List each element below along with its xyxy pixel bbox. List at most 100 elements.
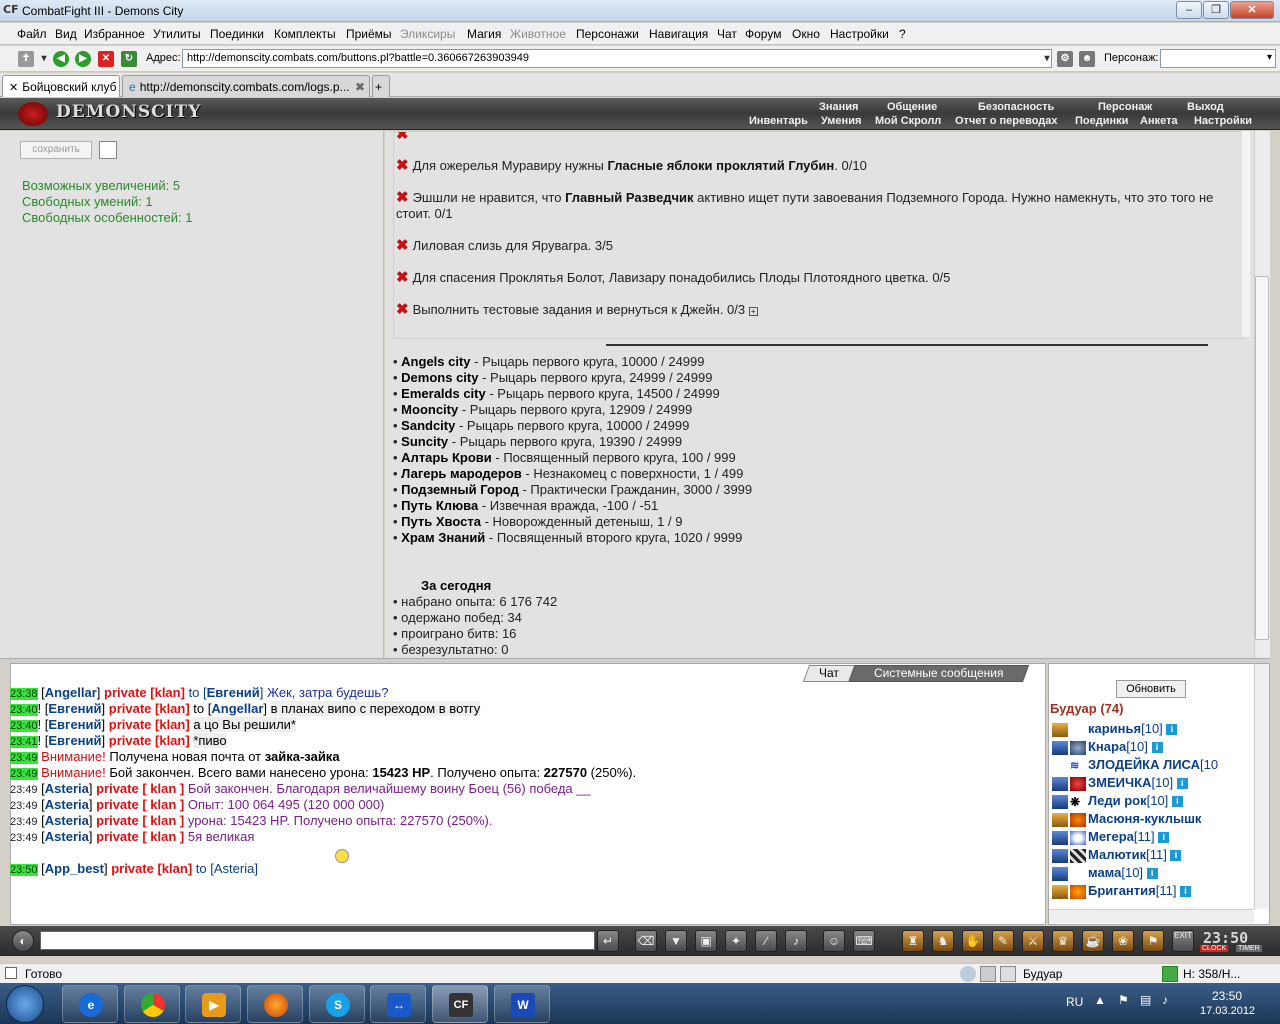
info-icon[interactable]: i [1176, 778, 1188, 790]
menu-duels[interactable]: Поединки [210, 27, 264, 41]
tray-time[interactable]: 23:50 [1212, 989, 1242, 1003]
menu-utilities[interactable]: Утилиты [153, 27, 201, 41]
persona-select[interactable]: ▾ [1160, 49, 1276, 68]
action-icon[interactable] [1052, 848, 1068, 863]
action-icon[interactable] [1052, 722, 1068, 737]
menu-view[interactable]: Вид [55, 27, 77, 41]
user-list-hscrollbar[interactable] [1049, 909, 1254, 923]
chat-menu-icon[interactable]: ◐ [12, 930, 34, 952]
clock-label[interactable]: CLOCK [1200, 945, 1229, 952]
main-scrollbar-thumb[interactable] [1255, 276, 1269, 640]
scroll-icon[interactable]: ✎ [992, 930, 1014, 952]
tray-date[interactable]: 17.03.2012 [1200, 1005, 1255, 1017]
menu-sets[interactable]: Комплекты [274, 27, 336, 41]
close-tab-icon[interactable]: ✖ [355, 80, 365, 94]
forward-icon[interactable]: ▶ [75, 51, 91, 67]
menu-chat[interactable]: Чат [717, 27, 737, 41]
nav-social[interactable]: Общение [887, 101, 937, 113]
user-list-item[interactable]: ЗМЕИЧКА[10] i [1052, 775, 1188, 791]
quests-scrollbar[interactable] [1241, 131, 1250, 337]
tool-icon[interactable]: ⚙ [1057, 51, 1073, 67]
action-icon[interactable] [1052, 866, 1068, 881]
smile-icon[interactable]: ☺ [823, 930, 845, 952]
action-icon[interactable] [1052, 740, 1068, 755]
nav-security[interactable]: Безопасность [978, 101, 1054, 113]
cancel-quest-icon[interactable]: ✖ [396, 301, 409, 318]
menu-help[interactable]: ? [899, 27, 906, 41]
new-tab-button[interactable]: + [372, 75, 390, 97]
send-icon[interactable]: ↵ [597, 930, 619, 952]
user-list-item[interactable]: Бригантия[11] i [1052, 883, 1192, 899]
taskbar-skype[interactable]: S [309, 985, 365, 1023]
tab-system-messages[interactable]: Системные сообщения [848, 665, 1030, 682]
action-icon[interactable] [1052, 776, 1068, 791]
bag-icon[interactable]: ♞ [932, 930, 954, 952]
slash-icon[interactable]: ∕ [755, 930, 777, 952]
cancel-quest-icon[interactable]: ✖ [396, 237, 409, 254]
tray-language[interactable]: RU [1066, 995, 1083, 1009]
tray-expand-icon[interactable]: ▲ [1094, 993, 1106, 1007]
tray-volume-icon[interactable]: ♪ [1162, 993, 1168, 1007]
save-checkbox[interactable] [99, 141, 117, 159]
tray-flag-icon[interactable]: ⚑ [1118, 993, 1129, 1007]
menu-favorites[interactable]: Избранное [84, 27, 145, 41]
chat-recipient[interactable]: Asteria [214, 861, 254, 876]
address-dropdown-icon[interactable]: ▾ [1039, 51, 1055, 67]
eraser-icon[interactable]: ⌫ [635, 930, 657, 952]
menu-file[interactable]: Файл [17, 27, 47, 41]
menu-magic[interactable]: Магия [467, 27, 501, 41]
chat-sender[interactable]: Asteria [45, 797, 89, 812]
user-list-item[interactable]: мама[10] i [1052, 865, 1158, 881]
sync-icon[interactable] [1162, 966, 1178, 982]
chat-sender[interactable]: Asteria [45, 813, 89, 828]
action-icon[interactable] [1052, 812, 1068, 827]
menu-navigation[interactable]: Навигация [649, 27, 708, 41]
clock-status-icon[interactable] [960, 966, 976, 982]
dropdown-arrow-icon[interactable]: ▾ [36, 51, 52, 67]
cancel-quest-icon[interactable]: ✖ [396, 269, 409, 286]
speaker-icon[interactable]: ♪ [785, 930, 807, 952]
cancel-quest-icon[interactable]: ✖ [396, 189, 409, 206]
taskbar-chrome[interactable] [124, 985, 180, 1023]
minimize-button[interactable]: – [1176, 1, 1202, 19]
refresh-icon[interactable]: ↻ [121, 51, 137, 67]
start-button[interactable] [6, 985, 44, 1023]
menu-settings[interactable]: Настройки [830, 27, 889, 41]
chat-sender[interactable]: Asteria [45, 781, 89, 796]
user-list-item[interactable]: ≋ ЗЛОДЕЙКА ЛИСА[10 [1052, 757, 1218, 773]
page-status-icon[interactable] [1000, 966, 1016, 982]
action-icon[interactable] [1052, 794, 1068, 809]
user-list-item[interactable]: ❋ Леди рок[10] i [1052, 793, 1183, 809]
taskbar-firefox[interactable] [247, 985, 303, 1023]
chat-recipient[interactable]: Евгений [207, 685, 260, 700]
user-list-item[interactable]: Кнара[10] i [1052, 739, 1163, 755]
menu-window[interactable]: Окно [792, 27, 820, 41]
translit-icon[interactable]: ⌨ [853, 930, 875, 952]
sword-icon[interactable]: ⚔ [1022, 930, 1044, 952]
chat-recipient[interactable]: Angellar [211, 701, 263, 716]
chat-sender[interactable]: Angellar [45, 685, 97, 700]
info-icon[interactable]: i [1171, 796, 1183, 808]
info-icon[interactable]: i [1166, 724, 1178, 736]
tab-logs[interactable]: e http://demonscity.combats.com/logs.p...… [122, 75, 370, 97]
nav-exit[interactable]: Выход [1187, 101, 1224, 113]
users-icon[interactable]: ☻ [1079, 51, 1095, 67]
user-list-item[interactable]: Мегера[11] i [1052, 829, 1170, 845]
taskbar-teamviewer[interactable]: ↔ [370, 985, 426, 1023]
back-icon[interactable]: ◀ [53, 51, 69, 67]
user-list-item[interactable]: Масюня-куклышк [1052, 811, 1201, 827]
action-icon[interactable] [1052, 759, 1068, 773]
user-list-scrollbar[interactable] [1254, 664, 1269, 909]
stop-icon[interactable]: ✕ [98, 51, 114, 67]
close-button[interactable]: ✕ [1230, 1, 1274, 19]
menu-elixirs[interactable]: Эликсиры [400, 27, 455, 41]
expand-icon[interactable]: + [748, 307, 758, 316]
info-icon[interactable]: i [1146, 868, 1158, 880]
close-tab-icon[interactable]: ✕ [9, 82, 18, 94]
flag-icon[interactable]: ⚑ [1142, 930, 1164, 952]
taskbar-word[interactable]: W [494, 985, 550, 1023]
user-list-item[interactable]: Малютик[11] i [1052, 847, 1182, 863]
chat-sender[interactable]: Евгений [48, 701, 101, 716]
chat-input[interactable] [40, 931, 595, 950]
nav-skills[interactable]: Умения [821, 115, 861, 127]
